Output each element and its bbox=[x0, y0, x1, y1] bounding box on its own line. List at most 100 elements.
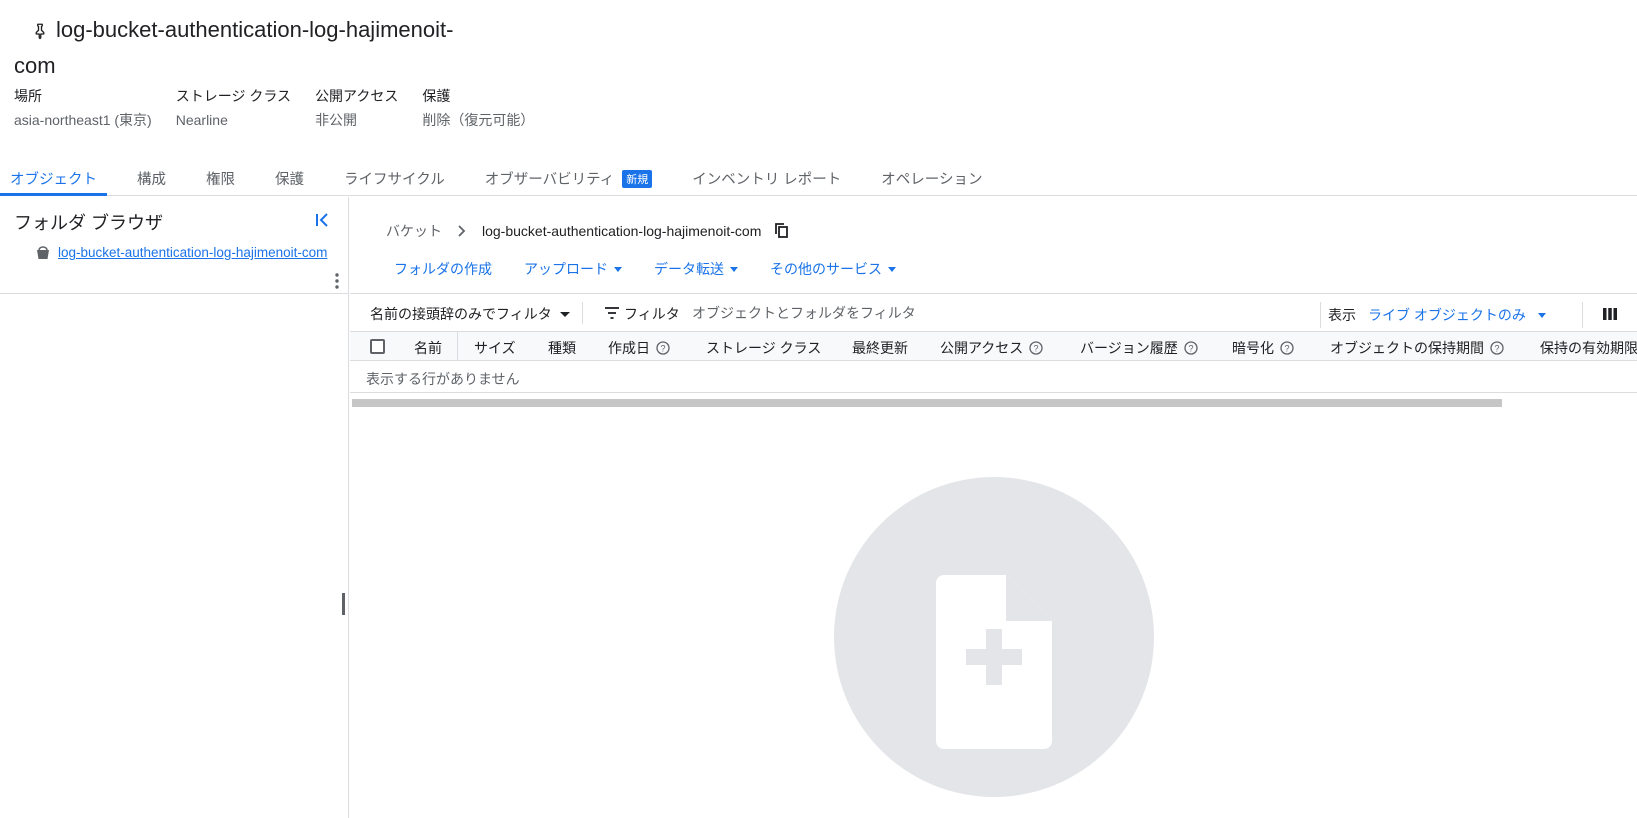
caret-down-icon bbox=[888, 266, 896, 272]
tab-protection[interactable]: 保護 bbox=[265, 160, 314, 195]
column-label: サイズ bbox=[474, 340, 516, 356]
tab-inventory-reports[interactable]: インベントリ レポート bbox=[682, 160, 851, 195]
meta-label: 保護 bbox=[422, 88, 451, 104]
tab-label: オブザーバビリティ bbox=[484, 172, 615, 188]
upload-button[interactable]: アップロード bbox=[524, 259, 622, 279]
breadcrumb: バケット log-bucket-authentication-log-hajim… bbox=[386, 221, 789, 241]
breadcrumb-root-link[interactable]: バケット bbox=[386, 221, 442, 241]
empty-table-message: 表示する行がありません bbox=[366, 371, 520, 387]
folder-tree-bucket-item[interactable]: log-bucket-authentication-log-hajimenoit… bbox=[36, 245, 327, 260]
collapse-panel-icon[interactable] bbox=[314, 211, 332, 229]
tab-label: ライフサイクル bbox=[344, 172, 445, 188]
column-header-retention[interactable]: オブジェクトの保持期間 ? bbox=[1330, 338, 1504, 358]
column-header-retention-expiry[interactable]: 保持の有効期限 bbox=[1540, 338, 1637, 358]
pin-icon[interactable] bbox=[26, 22, 54, 40]
column-label: 名前 bbox=[414, 340, 442, 356]
action-bar: フォルダの作成 アップロード データ転送 その他のサービス bbox=[394, 259, 928, 279]
meta-label: 場所 bbox=[14, 88, 42, 104]
tab-operations[interactable]: オペレーション bbox=[871, 160, 992, 195]
create-folder-button[interactable]: フォルダの作成 bbox=[394, 259, 492, 279]
filter-input[interactable] bbox=[692, 300, 1252, 326]
svg-text:?: ? bbox=[1284, 344, 1289, 354]
filter-toolbar: 名前の接頭辞のみでフィルタ フィルタ 表示 ライブ オブジェクトのみ bbox=[350, 293, 1637, 331]
dropdown-label: 名前の接頭辞のみでフィルタ bbox=[370, 306, 552, 322]
panel-resize-handle[interactable] bbox=[342, 593, 345, 615]
tab-observability[interactable]: オブザーバビリティ 新規 bbox=[475, 160, 662, 195]
tab-label: 権限 bbox=[206, 172, 235, 188]
folder-browser-panel: フォルダ ブラウザ log-bucket-authentication-log-… bbox=[0, 197, 349, 818]
column-header-size[interactable]: サイズ bbox=[474, 338, 516, 358]
column-label: 作成日 bbox=[608, 340, 650, 356]
select-all-checkbox[interactable] bbox=[370, 339, 385, 354]
row-divider bbox=[350, 392, 1637, 393]
page-title-block: log-bucket-authentication-log-hajimenoit… bbox=[14, 12, 494, 84]
column-label: 最終更新 bbox=[852, 340, 908, 356]
svg-text:?: ? bbox=[660, 344, 665, 354]
svg-text:?: ? bbox=[1034, 344, 1039, 354]
column-header-encryption[interactable]: 暗号化 ? bbox=[1232, 338, 1294, 358]
column-label: バージョン履歴 bbox=[1080, 340, 1178, 356]
tab-objects[interactable]: オブジェクト bbox=[0, 160, 107, 196]
bucket-link[interactable]: log-bucket-authentication-log-hajimenoit… bbox=[58, 245, 327, 260]
more-vert-icon[interactable] bbox=[331, 272, 343, 290]
meta-value: Nearline bbox=[175, 112, 228, 128]
meta-storage-class: ストレージ クラス Nearline bbox=[176, 86, 291, 130]
page-title: log-bucket-authentication-log-hajimenoit… bbox=[14, 17, 454, 78]
other-services-button[interactable]: その他のサービス bbox=[770, 259, 896, 279]
button-label: データ転送 bbox=[654, 261, 724, 277]
column-label: 公開アクセス bbox=[940, 340, 1024, 356]
column-label: ストレージ クラス bbox=[706, 340, 822, 356]
bucket-meta: 場所 asia-northeast1 (東京) ストレージ クラス Nearli… bbox=[14, 86, 558, 130]
column-header-last-modified[interactable]: 最終更新 bbox=[852, 338, 908, 358]
help-icon[interactable]: ? bbox=[1490, 341, 1504, 355]
meta-label: 公開アクセス bbox=[315, 88, 399, 104]
data-transfer-button[interactable]: データ転送 bbox=[654, 259, 738, 279]
toolbar-divider bbox=[582, 302, 583, 324]
column-header-name[interactable]: 名前 bbox=[414, 338, 442, 358]
objects-table-header: 名前 サイズ 種類 作成日 ? ストレージ クラス 最終更新 公開アクセス ? … bbox=[350, 331, 1637, 361]
help-icon[interactable]: ? bbox=[1029, 341, 1043, 355]
column-header-storage-class[interactable]: ストレージ クラス bbox=[706, 338, 821, 358]
help-icon[interactable]: ? bbox=[656, 341, 670, 355]
help-icon[interactable]: ? bbox=[1280, 341, 1294, 355]
column-divider bbox=[457, 332, 458, 360]
add-file-illustration-icon bbox=[834, 477, 1154, 797]
column-header-public-access[interactable]: 公開アクセス ? bbox=[940, 338, 1043, 358]
meta-protection: 保護 削除（復元可能） bbox=[422, 86, 534, 130]
column-header-version-history[interactable]: バージョン履歴 ? bbox=[1080, 338, 1198, 358]
folder-browser-title: フォルダ ブラウザ bbox=[14, 213, 164, 233]
bucket-header: log-bucket-authentication-log-hajimenoit… bbox=[0, 0, 1637, 150]
tab-permissions[interactable]: 権限 bbox=[196, 160, 245, 195]
tab-label: オペレーション bbox=[881, 172, 983, 188]
tab-bar: オブジェクト 構成 権限 保護 ライフサイクル オブザーバビリティ 新規 インベン… bbox=[0, 160, 1637, 196]
copy-icon[interactable] bbox=[775, 223, 789, 239]
column-label: オブジェクトの保持期間 bbox=[1330, 340, 1484, 356]
svg-text:?: ? bbox=[1494, 344, 1499, 354]
show-label: 表示 bbox=[1328, 307, 1356, 323]
prefix-filter-dropdown[interactable]: 名前の接頭辞のみでフィルタ bbox=[370, 304, 570, 324]
show-mode-dropdown[interactable]: ライブ オブジェクトのみ bbox=[1368, 305, 1546, 325]
meta-label: ストレージ クラス bbox=[175, 88, 292, 104]
column-header-type[interactable]: 種類 bbox=[548, 338, 576, 358]
button-label: フォルダの作成 bbox=[394, 261, 492, 277]
meta-value: 削除（復元可能） bbox=[422, 112, 535, 128]
toolbar-divider bbox=[1320, 302, 1321, 328]
meta-location: 場所 asia-northeast1 (東京) bbox=[14, 86, 152, 130]
column-display-icon[interactable] bbox=[1603, 307, 1617, 321]
toolbar-divider bbox=[1582, 302, 1583, 328]
tab-label: 保護 bbox=[275, 172, 304, 188]
tab-lifecycle[interactable]: ライフサイクル bbox=[334, 160, 455, 195]
tab-label: インベントリ レポート bbox=[692, 172, 842, 188]
tab-configuration[interactable]: 構成 bbox=[127, 160, 176, 195]
horizontal-scrollbar[interactable] bbox=[352, 399, 1502, 407]
filter-icon bbox=[605, 307, 619, 319]
caret-down-icon bbox=[730, 266, 738, 272]
help-icon[interactable]: ? bbox=[1184, 341, 1198, 355]
svg-text:?: ? bbox=[1188, 344, 1193, 354]
bucket-icon bbox=[37, 245, 49, 259]
tab-label: オブジェクト bbox=[10, 172, 97, 188]
filter-label: フィルタ bbox=[624, 306, 680, 322]
column-label: 暗号化 bbox=[1232, 340, 1274, 356]
column-header-created[interactable]: 作成日 ? bbox=[608, 338, 670, 358]
chevron-right-icon bbox=[458, 225, 466, 237]
